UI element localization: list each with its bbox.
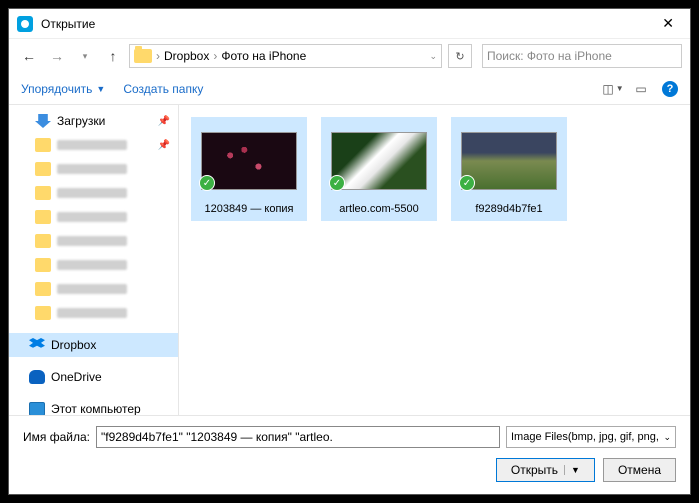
file-type-select[interactable]: Image Files(bmp, jpg, gif, png, ⌄ — [506, 426, 676, 448]
toolbar: Упорядочить ▼ Создать папку ◫▼ ▭ ? — [9, 73, 690, 105]
back-button[interactable]: ← — [17, 44, 41, 68]
organize-menu[interactable]: Упорядочить ▼ — [21, 82, 105, 96]
folder-icon — [35, 234, 51, 248]
pin-icon: 📌 — [158, 140, 170, 151]
pin-icon: 📌 — [158, 116, 170, 127]
folder-icon — [134, 49, 152, 63]
downloads-icon — [35, 114, 51, 128]
sidebar-item-downloads[interactable]: Загрузки 📌 — [9, 109, 178, 133]
file-name: f9289d4b7fe1 — [455, 201, 563, 215]
sidebar-item-dropbox[interactable]: Dropbox — [9, 333, 178, 357]
file-item[interactable]: ✓ artleo.com-5500 — [321, 117, 437, 221]
address-bar[interactable]: › Dropbox › Фото на iPhone ⌄ — [129, 44, 442, 68]
file-item[interactable]: ✓ f9289d4b7fe1 — [451, 117, 567, 221]
sidebar-item[interactable] — [9, 157, 178, 181]
window-title: Открытие — [41, 17, 654, 31]
folder-icon — [35, 210, 51, 224]
sidebar: Загрузки 📌 📌 Dropbox OneDrive — [9, 105, 179, 415]
cancel-button[interactable]: Отмена — [603, 458, 676, 482]
folder-icon — [35, 186, 51, 200]
close-icon[interactable]: ✕ — [654, 13, 682, 34]
app-icon — [17, 16, 33, 32]
chevron-down-icon: ⌄ — [663, 432, 671, 443]
folder-icon — [35, 282, 51, 296]
thumbnail — [461, 132, 557, 190]
view-icons-button[interactable]: ◫▼ — [600, 78, 626, 100]
titlebar: Открытие ✕ — [9, 9, 690, 39]
folder-icon — [35, 306, 51, 320]
up-button[interactable]: ↑ — [101, 44, 125, 68]
folder-icon — [35, 162, 51, 176]
folder-icon — [35, 138, 51, 152]
breadcrumb-segment[interactable]: Dropbox — [164, 49, 209, 63]
forward-button: → — [45, 44, 69, 68]
sidebar-item-onedrive[interactable]: OneDrive — [9, 365, 178, 389]
open-dropdown-icon[interactable]: ▼ — [564, 465, 580, 475]
sidebar-item[interactable] — [9, 253, 178, 277]
check-icon: ✓ — [199, 175, 215, 191]
onedrive-icon — [29, 370, 45, 384]
content-area: Загрузки 📌 📌 Dropbox OneDrive — [9, 105, 690, 415]
file-name: artleo.com-5500 — [325, 201, 433, 215]
sidebar-item[interactable]: 📌 — [9, 133, 178, 157]
help-icon[interactable]: ? — [662, 81, 678, 97]
sidebar-item[interactable] — [9, 277, 178, 301]
breadcrumb-segment[interactable]: Фото на iPhone — [221, 49, 306, 63]
thumbnail — [201, 132, 297, 190]
folder-icon — [35, 258, 51, 272]
filename-input[interactable] — [96, 426, 500, 448]
preview-pane-button[interactable]: ▭ — [628, 78, 654, 100]
sidebar-item[interactable] — [9, 301, 178, 325]
file-item[interactable]: ✓ 1203849 — копия — [191, 117, 307, 221]
dropbox-icon — [29, 338, 45, 352]
chevron-down-icon[interactable]: ⌄ — [429, 51, 437, 62]
open-dialog: Открытие ✕ ← → ▾ ↑ › Dropbox › Фото на i… — [8, 8, 691, 495]
sidebar-item[interactable] — [9, 229, 178, 253]
thumbnail — [331, 132, 427, 190]
new-folder-button[interactable]: Создать папку — [123, 82, 203, 96]
chevron-right-icon: › — [213, 49, 217, 63]
sidebar-item-this-pc[interactable]: Этот компьютер — [9, 397, 178, 415]
open-button[interactable]: Открыть ▼ — [496, 458, 595, 482]
file-list[interactable]: ✓ 1203849 — копия ✓ artleo.com-5500 ✓ f9… — [179, 105, 690, 415]
chevron-right-icon: › — [156, 49, 160, 63]
pc-icon — [29, 402, 45, 415]
sidebar-item[interactable] — [9, 205, 178, 229]
file-name: 1203849 — копия — [195, 201, 303, 215]
refresh-button[interactable]: ↻ — [448, 44, 472, 68]
recent-locations-button[interactable]: ▾ — [73, 44, 97, 68]
footer: Имя файла: Image Files(bmp, jpg, gif, pn… — [9, 415, 690, 494]
filename-label: Имя файла: — [23, 430, 90, 444]
navigation-bar: ← → ▾ ↑ › Dropbox › Фото на iPhone ⌄ ↻ П… — [9, 39, 690, 73]
search-input[interactable]: Поиск: Фото на iPhone — [482, 44, 682, 68]
search-placeholder: Поиск: Фото на iPhone — [487, 49, 612, 63]
sidebar-item[interactable] — [9, 181, 178, 205]
check-icon: ✓ — [459, 175, 475, 191]
chevron-down-icon: ▼ — [96, 84, 105, 94]
check-icon: ✓ — [329, 175, 345, 191]
